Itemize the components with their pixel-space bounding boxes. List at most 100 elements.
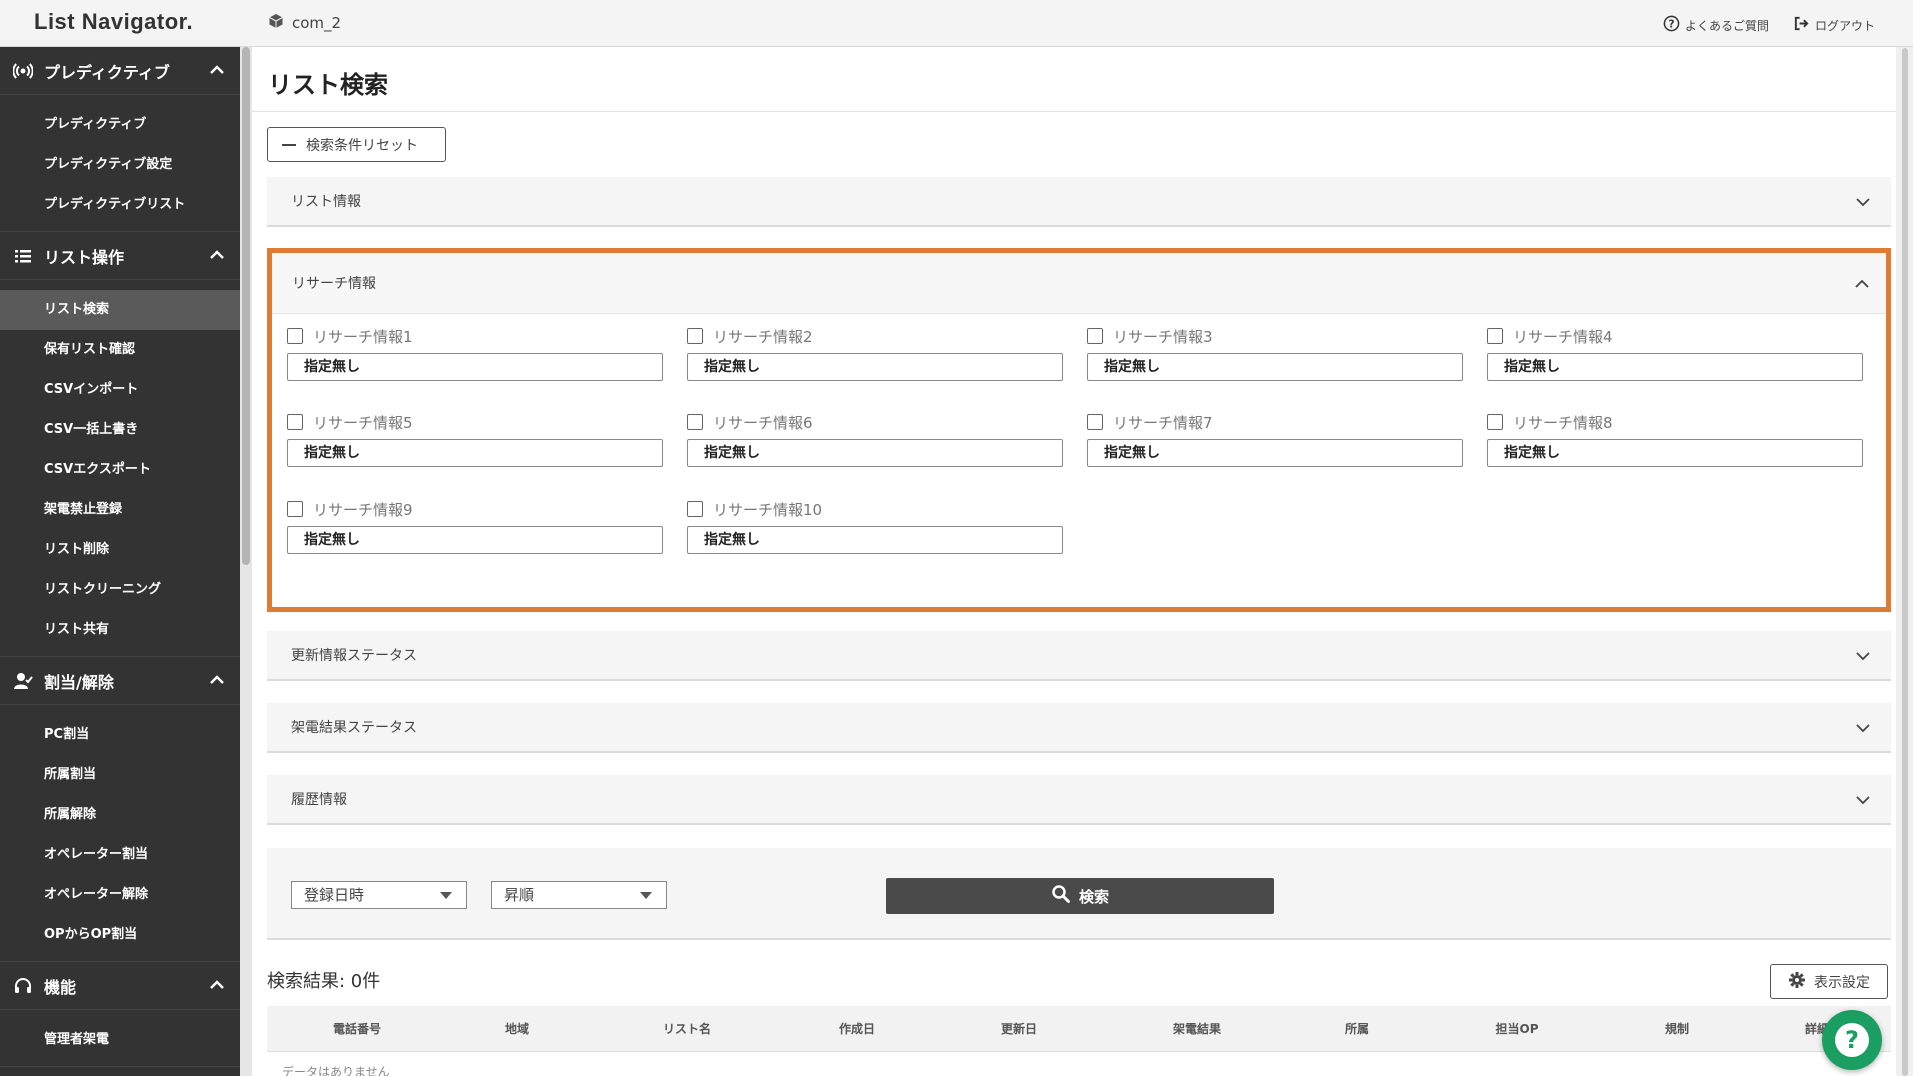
research-select[interactable]: 指定無し xyxy=(1487,439,1863,467)
sidebar-item-owned-lists[interactable]: 保有リスト確認 xyxy=(0,330,240,370)
sidebar-scrollbar-thumb[interactable] xyxy=(242,47,250,565)
checkbox[interactable] xyxy=(687,501,703,517)
sidebar-item-group-release[interactable]: 所属解除 xyxy=(0,795,240,835)
col-group[interactable]: 所属 xyxy=(1327,1006,1387,1052)
sidebar-item-list-delete[interactable]: リスト削除 xyxy=(0,530,240,570)
sort-order-select[interactable]: 昇順 xyxy=(491,881,667,909)
field-label: リサーチ情報5 xyxy=(313,413,413,432)
checkbox[interactable] xyxy=(687,328,703,344)
sidebar-section-features[interactable]: 機能 xyxy=(0,962,240,1010)
col-created[interactable]: 作成日 xyxy=(817,1006,897,1052)
checkbox[interactable] xyxy=(1487,414,1503,430)
research-select[interactable]: 指定無し xyxy=(1087,353,1463,381)
field-label: リサーチ情報1 xyxy=(313,327,413,346)
signal-icon xyxy=(12,60,34,82)
research-field-7: リサーチ情報7 指定無し xyxy=(1087,411,1463,471)
chevron-down-icon xyxy=(1856,198,1870,207)
research-field-3: リサーチ情報3 指定無し xyxy=(1087,325,1463,385)
app-logo[interactable]: List Navigator. xyxy=(34,9,193,35)
sidebar-item-csv-import[interactable]: CSVインポート xyxy=(0,370,240,410)
question-circle-icon: ? xyxy=(1663,15,1680,35)
research-select[interactable]: 指定無し xyxy=(287,439,663,467)
sidebar-item-predictive-list[interactable]: プレディクティブリスト xyxy=(0,185,240,225)
accordion-header[interactable]: 更新情報ステータス xyxy=(267,631,1891,679)
research-select[interactable]: 指定無し xyxy=(687,353,1063,381)
help-button[interactable]: ? xyxy=(1822,1010,1882,1070)
research-field-2: リサーチ情報2 指定無し xyxy=(687,325,1063,385)
col-region[interactable]: 地域 xyxy=(487,1006,547,1052)
sidebar-item-csv-bulk-overwrite[interactable]: CSV一括上書き xyxy=(0,410,240,450)
search-label: 検索 xyxy=(1078,887,1109,906)
checkbox[interactable] xyxy=(287,414,303,430)
search-button[interactable]: 検索 xyxy=(886,878,1274,914)
col-call-result[interactable]: 架電結果 xyxy=(1147,1006,1247,1052)
user-check-icon xyxy=(12,670,34,692)
checkbox[interactable] xyxy=(287,328,303,344)
sidebar-item-predictive-settings[interactable]: プレディクティブ設定 xyxy=(0,145,240,185)
sidebar-section-list-ops[interactable]: リスト操作 xyxy=(0,232,240,280)
sidebar-section-title: 機能 xyxy=(44,977,77,997)
checkbox[interactable] xyxy=(287,501,303,517)
reset-conditions-button[interactable]: 検索条件リセット xyxy=(267,127,446,162)
sidebar-item-op-to-op-assign[interactable]: OPからOP割当 xyxy=(0,915,240,955)
sidebar-section-assign[interactable]: 割当/解除 xyxy=(0,657,240,705)
accordion-header[interactable]: リスト情報 xyxy=(267,177,1891,225)
results-table-header: 電話番号 地域 リスト名 作成日 更新日 架電結果 所属 担当OP 規制 詳細 xyxy=(267,1006,1891,1052)
logout-link[interactable]: ログアウト xyxy=(1793,15,1875,35)
research-select[interactable]: 指定無し xyxy=(687,439,1063,467)
faq-link[interactable]: ? よくあるご質問 xyxy=(1663,15,1769,35)
sidebar-item-list-cleaning[interactable]: リストクリーニング xyxy=(0,570,240,610)
headset-icon xyxy=(12,975,34,997)
list-icon xyxy=(12,245,34,267)
question-icon: ? xyxy=(1835,1023,1869,1057)
sidebar-item-group-assign[interactable]: 所属割当 xyxy=(0,755,240,795)
accordion-header[interactable]: 履歴情報 xyxy=(267,775,1891,823)
main-scrollbar-thumb[interactable] xyxy=(1902,48,1908,1076)
checkbox[interactable] xyxy=(1087,328,1103,344)
caret-down-icon xyxy=(640,892,652,899)
research-select[interactable]: 指定無し xyxy=(1487,353,1863,381)
research-select[interactable]: 指定無し xyxy=(687,526,1063,554)
sidebar-section-title: リスト操作 xyxy=(44,247,125,267)
checkbox[interactable] xyxy=(1487,328,1503,344)
sidebar-item-call-prohibition[interactable]: 架電禁止登録 xyxy=(0,490,240,530)
sort-field-value: 登録日時 xyxy=(304,886,365,904)
research-field-4: リサーチ情報4 指定無し xyxy=(1487,325,1863,385)
sidebar-item-pc-assign[interactable]: PC割当 xyxy=(0,715,240,755)
research-select[interactable]: 指定無し xyxy=(287,526,663,554)
sidebar-item-operator-release[interactable]: オペレーター解除 xyxy=(0,875,240,915)
search-result-count: 検索結果: 0件 xyxy=(267,971,381,992)
sidebar-item-csv-export[interactable]: CSVエクスポート xyxy=(0,450,240,490)
logout-icon xyxy=(1793,15,1810,35)
accordion-history: 履歴情報 xyxy=(267,775,1891,825)
col-restriction[interactable]: 規制 xyxy=(1647,1006,1707,1052)
sidebar-section-predictive[interactable]: プレディクティブ xyxy=(0,47,240,95)
sidebar-item-operator-assign[interactable]: オペレーター割当 xyxy=(0,835,240,875)
sidebar-item-predictive[interactable]: プレディクティブ xyxy=(0,105,240,145)
research-field-9: リサーチ情報9 指定無し xyxy=(287,498,663,558)
field-label: リサーチ情報7 xyxy=(1113,413,1213,432)
field-label: リサーチ情報10 xyxy=(713,500,823,519)
chevron-down-icon xyxy=(1856,724,1870,733)
accordion-title: 架電結果ステータス xyxy=(291,720,417,736)
accordion-header[interactable]: 架電結果ステータス xyxy=(267,703,1891,751)
checkbox[interactable] xyxy=(1087,414,1103,430)
col-phone[interactable]: 電話番号 xyxy=(307,1006,407,1052)
gear-icon xyxy=(1788,971,1806,993)
caret-down-icon xyxy=(440,892,452,899)
col-operator[interactable]: 担当OP xyxy=(1467,1006,1567,1052)
sidebar-item-admin-call[interactable]: 管理者架電 xyxy=(0,1020,240,1060)
sidebar-item-list-search[interactable]: リスト検索 xyxy=(0,290,240,330)
cube-icon xyxy=(268,13,284,33)
research-select[interactable]: 指定無し xyxy=(1087,439,1463,467)
col-updated[interactable]: 更新日 xyxy=(979,1006,1059,1052)
accordion-header[interactable]: リサーチ情報 xyxy=(272,253,1886,314)
field-label: リサーチ情報2 xyxy=(713,327,813,346)
research-select[interactable]: 指定無し xyxy=(287,353,663,381)
field-label: リサーチ情報8 xyxy=(1513,413,1613,432)
display-settings-button[interactable]: 表示設定 xyxy=(1770,964,1888,999)
col-list-name[interactable]: リスト名 xyxy=(637,1006,737,1052)
checkbox[interactable] xyxy=(687,414,703,430)
sidebar-item-list-share[interactable]: リスト共有 xyxy=(0,610,240,650)
sort-field-select[interactable]: 登録日時 xyxy=(291,881,467,909)
